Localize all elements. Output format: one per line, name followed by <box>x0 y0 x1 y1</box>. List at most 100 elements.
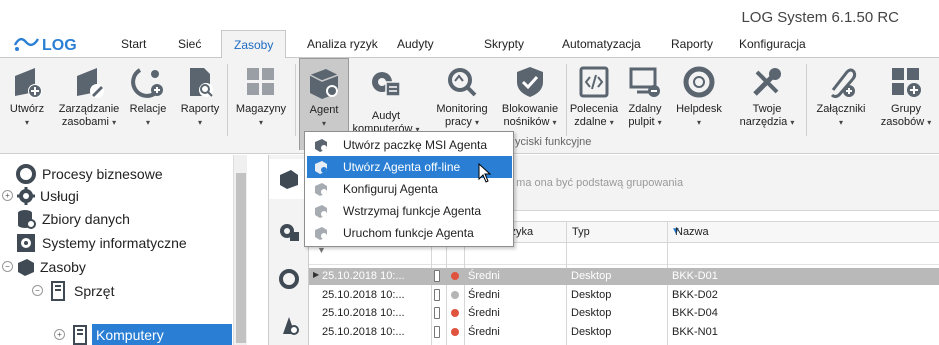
software-view-icon <box>283 317 299 335</box>
manage-assets-icon <box>77 68 104 98</box>
tab-assets[interactable]: Zasoby <box>221 30 287 59</box>
app-title: LOG System 6.1.50 RC <box>741 9 899 26</box>
tree-scrollbar[interactable] <box>233 155 247 345</box>
agent-icon <box>309 69 339 99</box>
remote-commands-label-2: zdalne <box>574 116 607 128</box>
device-icon <box>434 307 440 319</box>
tree-item-datasets[interactable]: Zbiory danych <box>16 207 231 231</box>
tree-item-services[interactable]: + Usługi <box>0 184 231 208</box>
cell-date: 25.10.2018 10:... <box>322 307 405 319</box>
cell-type: Desktop <box>571 270 612 282</box>
view-helpdesk-button[interactable] <box>269 259 309 299</box>
warehouses-button[interactable]: Magazyny ▾ <box>229 58 293 154</box>
tree-item-hardware[interactable]: − Sprzęt <box>30 279 231 303</box>
collapse-icon[interactable]: − <box>32 285 43 296</box>
tree-item-label: Procesy biznesowe <box>42 166 163 182</box>
attachments-button[interactable]: Załączniki ▾ <box>808 58 874 154</box>
configure-agent-icon <box>315 183 327 196</box>
tools-label-2: narzędzia <box>739 116 788 128</box>
expand-icon[interactable]: + <box>2 190 13 201</box>
asset-groups-button[interactable]: Grupy zasobów ▾ <box>874 58 938 154</box>
tools-icon <box>753 68 781 96</box>
helpdesk-view-icon <box>279 269 299 289</box>
computer-audit-label-1: Audyt <box>371 110 401 122</box>
menu-create-msi-package-label: Utwórz paczkę MSI Agenta <box>343 138 488 152</box>
tools-button[interactable]: Twoje narzędzia ▾ <box>730 58 804 154</box>
agent-dropdown-menu: Utwórz paczkę MSI Agenta Utwórz Agenta o… <box>304 131 514 247</box>
log-logo: LOG <box>12 33 92 55</box>
cell-type: Desktop <box>571 307 612 319</box>
start-agent-icon <box>315 227 327 240</box>
audit-view-icon <box>280 224 299 241</box>
tab-automation[interactable]: Automatyzacja <box>562 37 641 51</box>
tools-label-1: Twoje <box>752 103 782 115</box>
menu-pause-agent-functions[interactable]: Wstrzymaj funkcje Agenta <box>307 200 512 222</box>
work-monitoring-label-1: Monitoring <box>436 103 488 115</box>
tab-start[interactable]: Start <box>121 37 146 51</box>
device-icon <box>434 270 440 282</box>
remote-commands-label-1: Polecenia <box>569 103 619 115</box>
cell-date: 25.10.2018 10:... <box>322 270 405 282</box>
tree-item-it-systems[interactable]: Systemy informatyczne <box>16 231 231 255</box>
relations-label: Relacje <box>129 103 167 115</box>
reports-label: Raporty <box>180 103 220 115</box>
ribbon-separator <box>295 64 296 136</box>
ribbon-separator <box>806 64 807 136</box>
tab-reports[interactable]: Raporty <box>671 37 713 51</box>
relations-button[interactable]: Relacje ▾ <box>124 58 172 154</box>
ribbon-group-label: yciski funkcyjne <box>515 136 592 148</box>
asset-groups-icon <box>892 68 921 97</box>
tab-network[interactable]: Sieć <box>178 37 201 51</box>
status-dot-icon <box>451 309 459 317</box>
tree-item-assets[interactable]: − Zasoby <box>0 255 231 279</box>
cell-date: 25.10.2018 10:... <box>322 289 405 301</box>
remote-desktop-button[interactable]: Zdalny pulpit ▾ <box>620 58 670 154</box>
helpdesk-button[interactable]: Helpdesk ▾ <box>670 58 728 154</box>
expand-icon[interactable]: + <box>54 329 65 340</box>
tree-item-business-processes[interactable]: Procesy biznesowe <box>16 162 231 186</box>
view-audit-button[interactable] <box>269 211 309 251</box>
menu-create-offline-agent-label: Utwórz Agenta off-line <box>343 160 461 174</box>
mouse-cursor-icon <box>478 163 492 183</box>
menu-configure-agent-label: Konfiguruj Agenta <box>343 182 438 196</box>
pause-agent-icon <box>315 205 327 218</box>
ribbon-separator <box>227 64 228 136</box>
table-row[interactable]: 25.10.2018 10:... Średni Desktop BKK-D02 <box>309 287 939 304</box>
work-monitoring-icon <box>448 68 477 97</box>
tree-item-label: Sprzęt <box>74 283 115 299</box>
manage-assets-button[interactable]: Zarządzanie zasobami ▾ <box>56 58 122 154</box>
create-icon <box>15 68 42 98</box>
tree-item-computers[interactable]: + Komputery <box>52 323 232 345</box>
column-type[interactable]: Typ <box>572 226 590 238</box>
tree-item-label: Zbiory danych <box>42 211 130 227</box>
cell-name: BKK-D02 <box>672 289 718 301</box>
tab-configuration[interactable]: Konfiguracja <box>739 37 806 51</box>
column-name[interactable]: Nazwa <box>675 226 709 238</box>
ribbon-separator <box>566 64 567 136</box>
asset-tree-panel: Procesy biznesowe + Usługi Zbiory danych… <box>0 155 247 345</box>
reports-icon <box>190 68 213 97</box>
table-row[interactable]: ▶ 25.10.2018 10:... Średni Desktop BKK-D… <box>309 268 939 285</box>
helpdesk-icon <box>683 66 715 98</box>
hardware-icon <box>51 281 65 301</box>
collapse-icon[interactable]: − <box>2 261 13 272</box>
view-assets-button[interactable] <box>269 159 309 199</box>
table-row[interactable]: 25.10.2018 10:... Średni Desktop BKK-N01 <box>309 324 939 341</box>
cell-date: 25.10.2018 10:... <box>322 326 405 338</box>
reports-button[interactable]: Raporty ▾ <box>174 58 226 154</box>
create-button[interactable]: Utwórz ▾ <box>0 58 54 154</box>
tab-risk-analysis[interactable]: Analiza ryzyk <box>307 37 378 51</box>
menu-start-agent-functions-label: Uruchom funkcje Agenta <box>343 226 474 240</box>
logo-text: LOG <box>42 37 77 54</box>
title-bar: LOG System 6.1.50 RC <box>0 0 939 30</box>
table-row[interactable]: 25.10.2018 10:... Średni Desktop BKK-D04 <box>309 305 939 322</box>
menu-create-msi-package[interactable]: Utwórz paczkę MSI Agenta <box>307 134 512 156</box>
menu-start-agent-functions[interactable]: Uruchom funkcje Agenta <box>307 222 512 244</box>
view-software-button[interactable] <box>269 305 309 345</box>
tab-scripts[interactable]: Skrypty <box>484 37 524 51</box>
tree-scrollbar-thumb[interactable] <box>236 173 246 343</box>
tree-item-label: Zasoby <box>40 259 86 275</box>
tab-audits[interactable]: Audyty <box>397 37 434 51</box>
datasets-icon <box>18 210 36 229</box>
attachments-label: Załączniki <box>816 103 866 115</box>
